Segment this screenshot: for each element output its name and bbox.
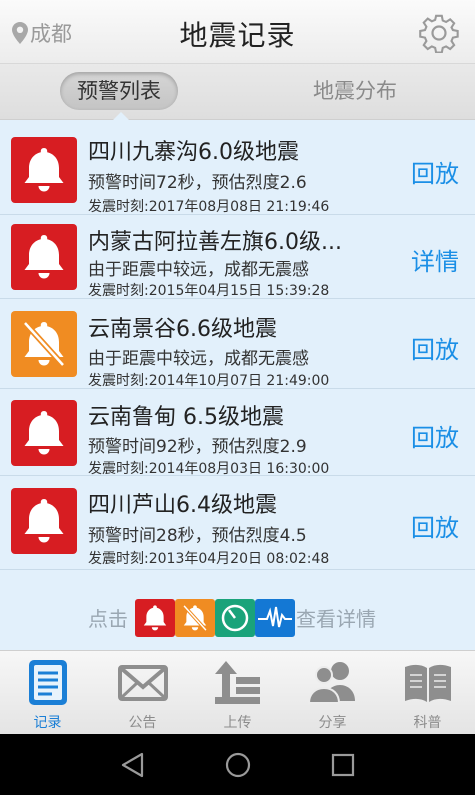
legend-hint: 点击 查看详情 <box>0 580 475 650</box>
quake-title: 四川九寨沟6.0级地震 <box>88 140 299 165</box>
list-item[interactable]: 云南景谷6.6级地震 由于距震中较远，成都无震感 发震时刻:2014年10月07… <box>0 299 475 389</box>
book-icon <box>405 664 451 702</box>
quake-title: 云南鲁甸 6.5级地震 <box>88 405 284 430</box>
bell-muted-icon <box>11 311 77 377</box>
bell-icon <box>11 137 77 203</box>
nav-science[interactable]: 科普 <box>380 651 475 735</box>
envelope-icon <box>118 665 168 701</box>
app-header: 成都 地震记录 <box>0 0 475 64</box>
hint-prefix: 点击 <box>88 607 128 631</box>
nav-share[interactable]: 分享 <box>285 651 380 735</box>
quake-desc: 由于距震中较远，成都无震感 <box>88 260 309 280</box>
upload-icon <box>215 661 260 704</box>
system-nav-bar <box>0 734 475 795</box>
bell-icon <box>11 488 77 554</box>
nav-label: 科普 <box>413 715 442 731</box>
tab-pointer <box>113 112 129 120</box>
quake-time: 发震时刻:2017年08月08日 21:19:46 <box>88 199 330 215</box>
quake-desc: 预警时间92秒，预估烈度2.9 <box>88 437 307 457</box>
bell-muted-icon <box>175 599 215 637</box>
bell-icon <box>11 224 77 290</box>
quake-title: 云南景谷6.6级地震 <box>88 317 277 342</box>
waveform-icon <box>255 599 295 637</box>
tab-bar: 预警列表 地震分布 <box>0 64 475 120</box>
nav-upload[interactable]: 上传 <box>190 651 285 735</box>
bell-icon <box>135 599 175 637</box>
tab-quake-distribution[interactable]: 地震分布 <box>290 72 420 110</box>
nav-records[interactable]: 记录 <box>0 651 95 735</box>
document-icon <box>29 660 67 705</box>
back-icon[interactable] <box>118 750 148 780</box>
list-item[interactable]: 四川九寨沟6.0级地震 预警时间72秒，预估烈度2.6 发震时刻:2017年08… <box>0 120 475 215</box>
earthquake-list: 四川九寨沟6.0级地震 预警时间72秒，预估烈度2.6 发震时刻:2017年08… <box>0 120 475 650</box>
recents-icon[interactable] <box>328 750 358 780</box>
replay-button[interactable]: 回放 <box>411 508 459 543</box>
nav-label: 记录 <box>33 715 62 731</box>
list-item[interactable]: 云南鲁甸 6.5级地震 预警时间92秒，预估烈度2.9 发震时刻:2014年08… <box>0 389 475 477</box>
quake-desc: 预警时间72秒，预估烈度2.6 <box>88 173 307 193</box>
nav-label: 上传 <box>223 715 252 731</box>
people-icon <box>307 662 355 704</box>
page-title: 地震记录 <box>179 19 296 52</box>
quake-title: 四川芦山6.4级地震 <box>88 493 277 518</box>
quake-time: 发震时刻:2015年04月15日 15:39:28 <box>88 283 330 299</box>
replay-button[interactable]: 回放 <box>411 154 459 189</box>
gear-icon[interactable] <box>419 13 459 53</box>
gauge-icon <box>215 599 255 637</box>
details-button[interactable]: 详情 <box>411 242 459 277</box>
quake-title: 内蒙古阿拉善左旗6.0级... <box>88 230 342 255</box>
quake-time: 发震时刻:2014年10月07日 21:49:00 <box>88 373 330 389</box>
home-icon[interactable] <box>223 750 253 780</box>
nav-label: 分享 <box>318 715 347 731</box>
replay-button[interactable]: 回放 <box>411 330 459 365</box>
nav-announcements[interactable]: 公告 <box>95 651 190 735</box>
tab-warning-list[interactable]: 预警列表 <box>60 72 178 110</box>
hint-suffix: 查看详情 <box>296 607 376 631</box>
quake-desc: 由于距震中较远，成都无震感 <box>88 349 309 369</box>
bell-icon <box>11 400 77 466</box>
replay-button[interactable]: 回放 <box>411 418 459 453</box>
list-item[interactable]: 内蒙古阿拉善左旗6.0级... 由于距震中较远，成都无震感 发震时刻:2015年… <box>0 215 475 299</box>
nav-label: 公告 <box>128 715 157 731</box>
quake-desc: 预警时间28秒，预估烈度4.5 <box>88 526 307 546</box>
bottom-nav: 记录 公告 上传 分享 科普 <box>0 650 475 734</box>
quake-time: 发震时刻:2013年04月20日 08:02:48 <box>88 551 330 567</box>
quake-time: 发震时刻:2014年08月03日 16:30:00 <box>88 461 330 477</box>
list-item[interactable]: 四川芦山6.4级地震 预警时间28秒，预估烈度4.5 发震时刻:2013年04月… <box>0 476 475 570</box>
